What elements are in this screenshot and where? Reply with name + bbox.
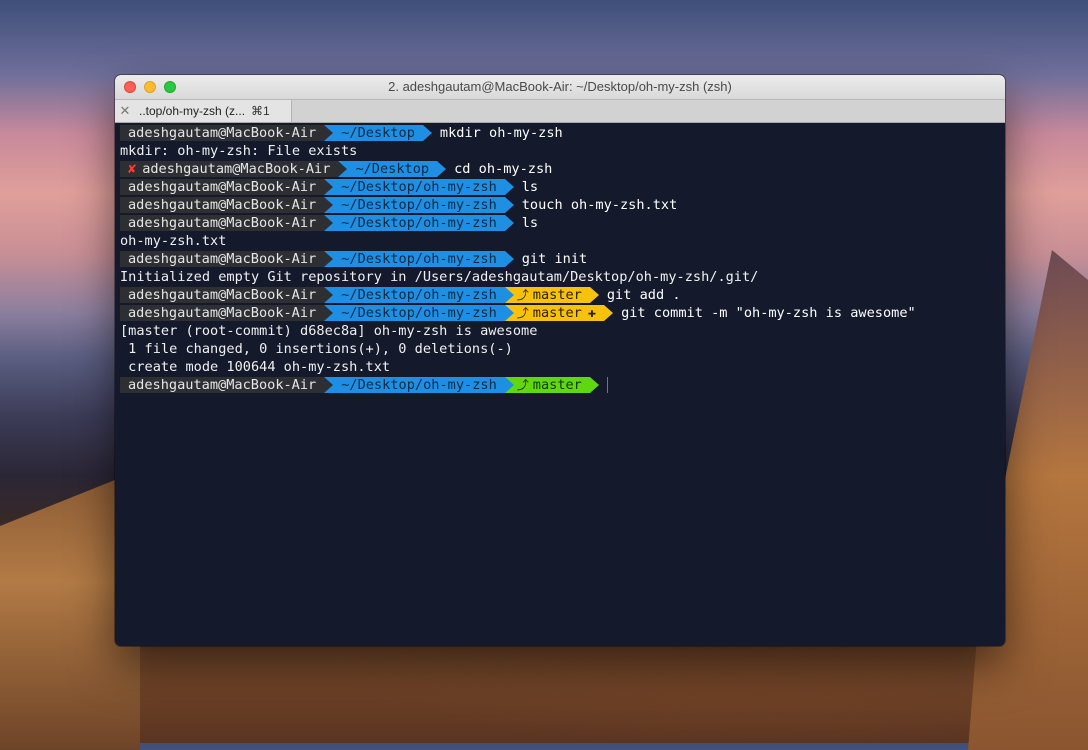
command-text: git commit -m "oh-my-zsh is awesome" <box>621 305 916 321</box>
command-text: git add . <box>606 287 681 303</box>
prompt-line: ✘ adeshgautam@MacBook-Air ~/Desktop cd oh… <box>120 160 1005 178</box>
command-text: mkdir oh-my-zsh <box>439 125 563 141</box>
tab-oh-my-zsh[interactable]: ✕ ..top/oh-my-zsh (z... ⌘1 <box>115 100 292 122</box>
directory-segment: ~/Desktop/oh-my-zsh <box>333 287 505 303</box>
separator-arrow <box>504 197 514 213</box>
separator-arrow <box>504 287 514 303</box>
separator-arrow <box>504 215 514 231</box>
output-line: create mode 100644 oh-my-zsh.txt <box>120 359 391 375</box>
user-host-label: adeshgautam@MacBook-Air <box>142 161 331 177</box>
git-branch-icon: ⤴ <box>516 378 529 392</box>
git-branch-segment: ⤴ master ✚ <box>513 305 605 321</box>
prompt-line: adeshgautam@MacBook-Air ~/Desktop/oh-my-… <box>120 286 1005 304</box>
separator-arrow <box>504 251 514 267</box>
user-host-segment: ✘ adeshgautam@MacBook-Air <box>120 161 339 177</box>
prompt-line: adeshgautam@MacBook-Air ~/Desktop/oh-my-… <box>120 214 1005 232</box>
directory-segment: ~/Desktop/oh-my-zsh <box>333 377 505 393</box>
separator-arrow <box>504 305 514 321</box>
prompt-line: adeshgautam@MacBook-Air ~/Desktop/oh-my-… <box>120 250 1005 268</box>
separator-arrow <box>338 161 348 177</box>
git-dirty-plus-icon: ✚ <box>587 305 597 321</box>
error-x-icon: ✘ <box>128 161 137 177</box>
directory-segment: ~/Desktop/oh-my-zsh <box>333 215 505 231</box>
git-branch-label: master <box>532 287 582 303</box>
separator-arrow <box>504 179 514 195</box>
window-title: 2. adeshgautam@MacBook-Air: ~/Desktop/oh… <box>388 79 732 94</box>
git-branch-icon: ⤴ <box>516 306 529 320</box>
close-tab-icon[interactable]: ✕ <box>115 103 135 119</box>
separator-arrow <box>324 197 334 213</box>
user-host-segment: adeshgautam@MacBook-Air <box>120 197 325 213</box>
separator-arrow <box>589 377 599 393</box>
output-line: mkdir: oh-my-zsh: File exists <box>120 143 358 159</box>
separator-arrow <box>504 377 514 393</box>
tab-label: ..top/oh-my-zsh (z... <box>139 104 246 118</box>
user-host-segment: adeshgautam@MacBook-Air <box>120 287 325 303</box>
user-host-segment: adeshgautam@MacBook-Air <box>120 305 325 321</box>
prompt-line: adeshgautam@MacBook-Air ~/Desktop/oh-my-… <box>120 304 1005 322</box>
title-bar[interactable]: 2. adeshgautam@MacBook-Air: ~/Desktop/oh… <box>115 75 1005 100</box>
command-text: ls <box>521 179 539 195</box>
prompt-line-current[interactable]: adeshgautam@MacBook-Air ~/Desktop/oh-my-… <box>120 376 1005 394</box>
user-host-segment: adeshgautam@MacBook-Air <box>120 251 325 267</box>
user-host-segment: adeshgautam@MacBook-Air <box>120 125 325 141</box>
terminal-window: 2. adeshgautam@MacBook-Air: ~/Desktop/oh… <box>115 75 1005 646</box>
output-line: [master (root-commit) d68ec8a] oh-my-zsh… <box>120 323 538 339</box>
output-line: oh-my-zsh.txt <box>120 233 227 249</box>
user-host-segment: adeshgautam@MacBook-Air <box>120 215 325 231</box>
git-branch-icon: ⤴ <box>516 288 529 302</box>
directory-segment: ~/Desktop/oh-my-zsh <box>333 305 505 321</box>
tab-bar: ✕ ..top/oh-my-zsh (z... ⌘1 <box>115 100 1005 123</box>
separator-arrow <box>604 305 614 321</box>
terminal-output[interactable]: adeshgautam@MacBook-Air ~/Desktop mkdir … <box>115 123 1005 394</box>
git-branch-segment: ⤴ master <box>513 377 590 393</box>
separator-arrow <box>324 377 334 393</box>
directory-segment: ~/Desktop <box>333 125 423 141</box>
command-text: ls <box>521 215 539 231</box>
command-text: cd oh-my-zsh <box>454 161 553 177</box>
separator-arrow <box>324 287 334 303</box>
prompt-line: adeshgautam@MacBook-Air ~/Desktop/oh-my-… <box>120 178 1005 196</box>
output-line: Initialized empty Git repository in /Use… <box>120 269 759 285</box>
separator-arrow <box>324 179 334 195</box>
directory-segment: ~/Desktop/oh-my-zsh <box>333 251 505 267</box>
separator-arrow <box>589 287 599 303</box>
prompt-line: adeshgautam@MacBook-Air ~/Desktop/oh-my-… <box>120 196 1005 214</box>
separator-arrow <box>324 251 334 267</box>
separator-arrow <box>422 125 432 141</box>
command-text: git init <box>521 251 588 267</box>
git-branch-label: master <box>532 377 582 393</box>
separator-arrow <box>324 305 334 321</box>
output-line: 1 file changed, 0 insertions(+), 0 delet… <box>120 341 513 357</box>
directory-segment: ~/Desktop <box>347 161 438 177</box>
separator-arrow <box>324 215 334 231</box>
command-text: touch oh-my-zsh.txt <box>521 197 678 213</box>
prompt-line: adeshgautam@MacBook-Air ~/Desktop mkdir … <box>120 124 1005 142</box>
text-cursor[interactable] <box>606 377 608 393</box>
directory-segment: ~/Desktop/oh-my-zsh <box>333 197 505 213</box>
tab-shortcut: ⌘1 <box>251 104 270 118</box>
user-host-segment: adeshgautam@MacBook-Air <box>120 179 325 195</box>
directory-segment: ~/Desktop/oh-my-zsh <box>333 179 505 195</box>
separator-arrow <box>324 125 334 141</box>
git-branch-label: master <box>532 305 582 321</box>
user-host-segment: adeshgautam@MacBook-Air <box>120 377 325 393</box>
git-branch-segment: ⤴ master <box>513 287 590 303</box>
separator-arrow <box>437 161 447 177</box>
